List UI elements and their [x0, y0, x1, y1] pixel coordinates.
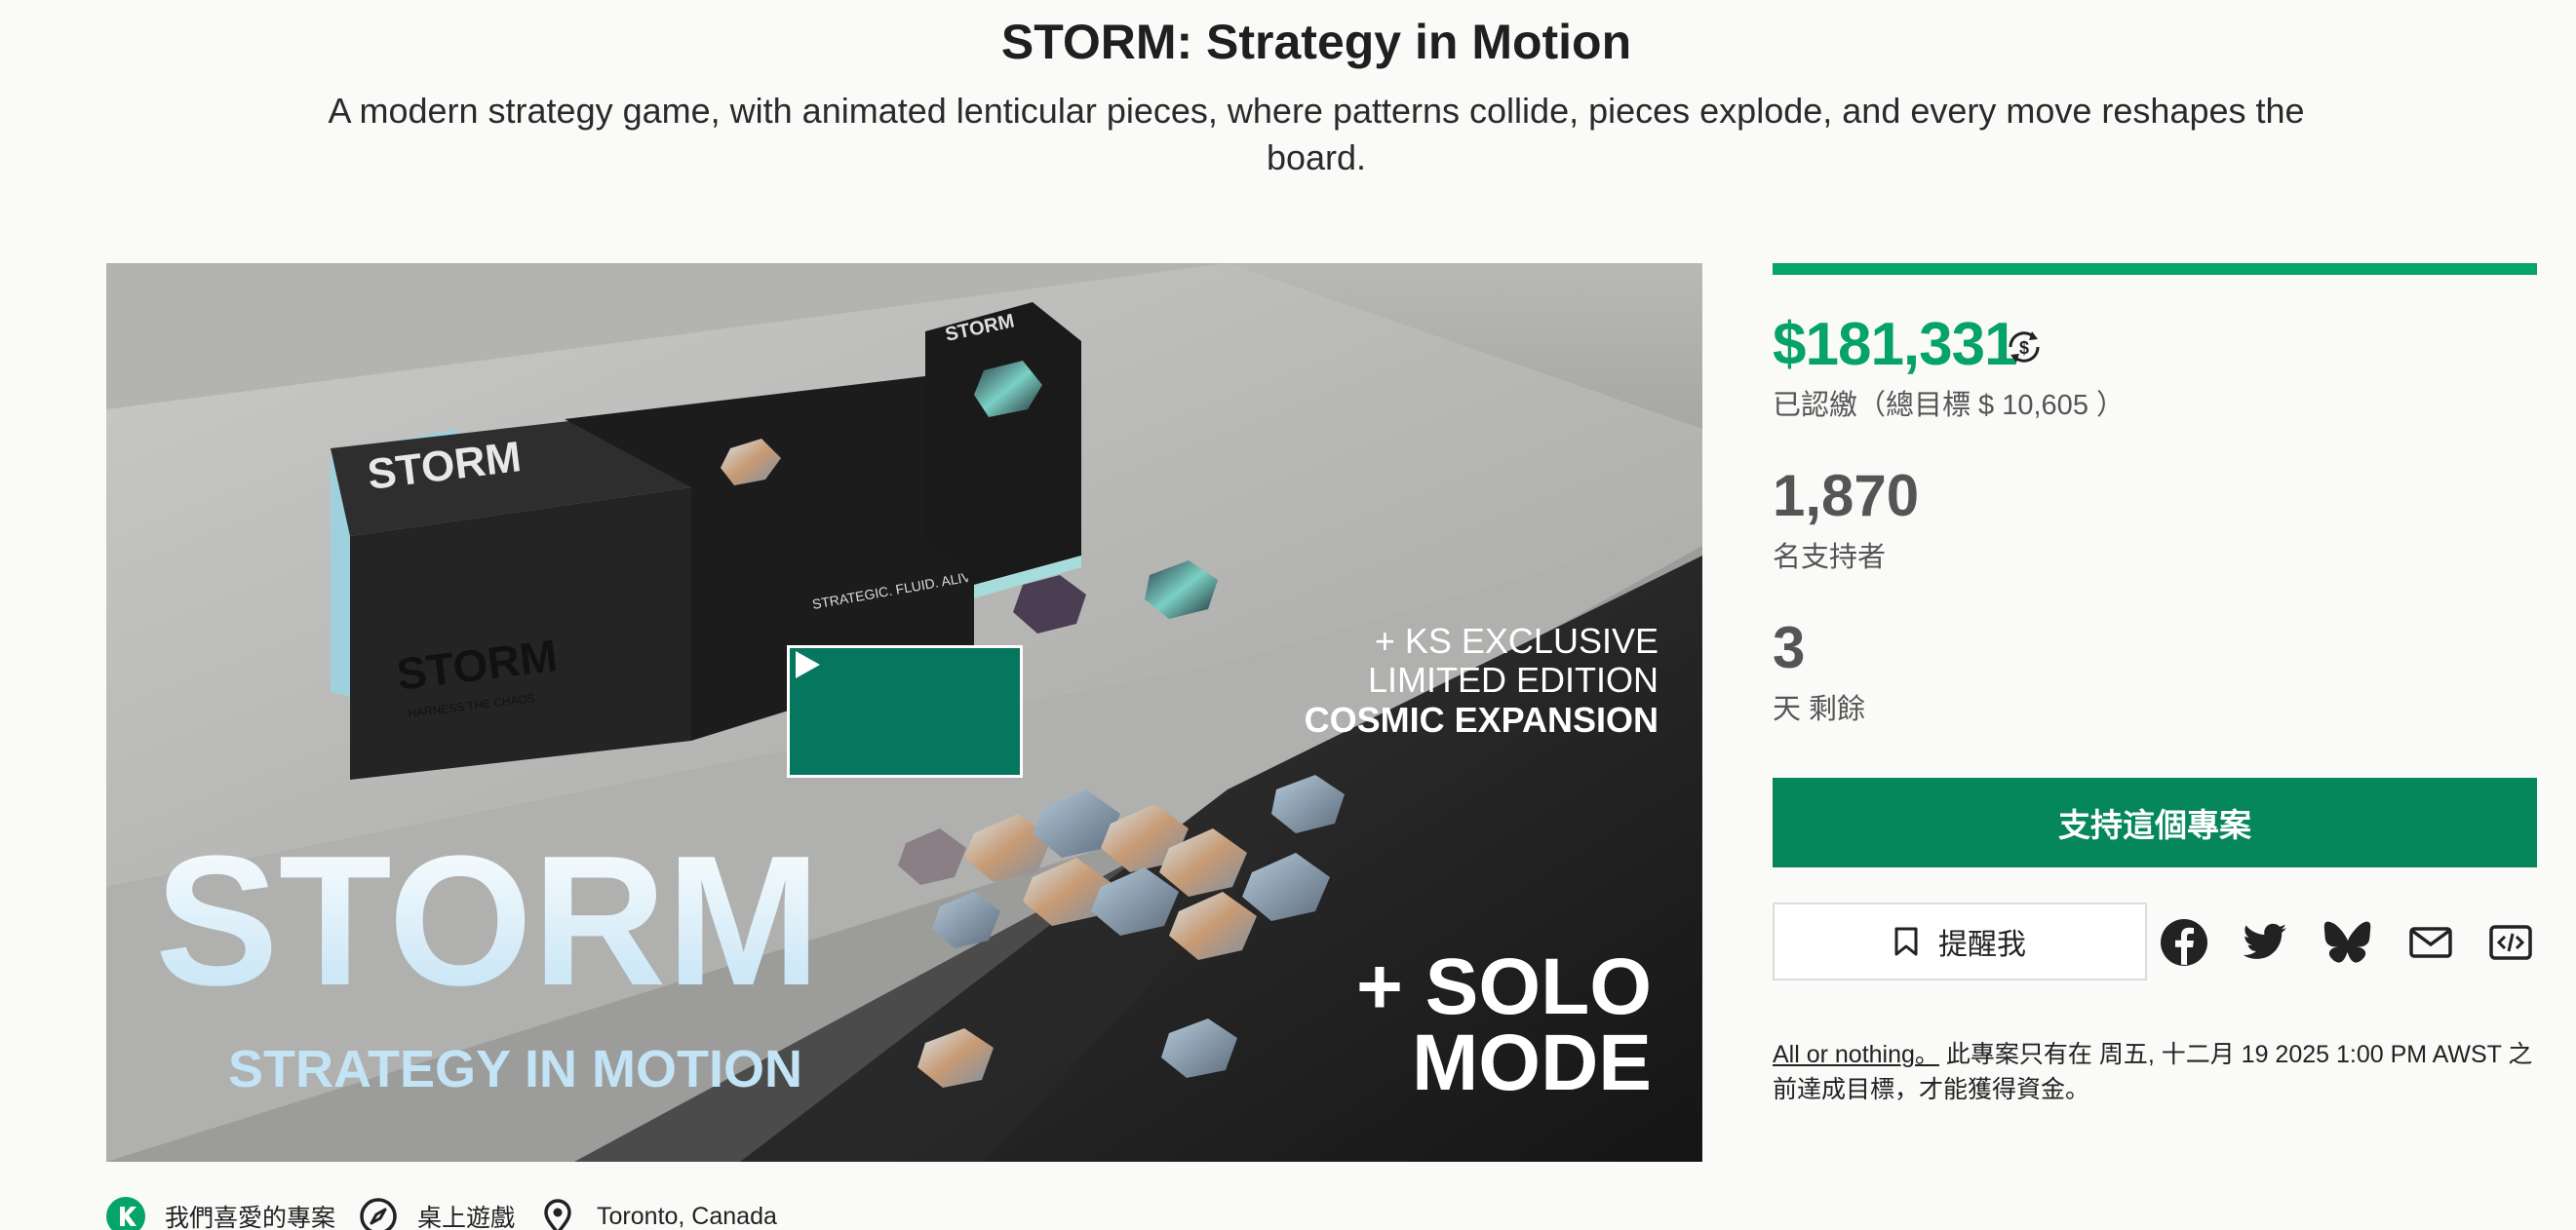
ks-exclusive-line3: COSMIC EXPANSION: [1305, 700, 1659, 740]
project-blurb: A modern strategy game, with animated le…: [328, 91, 2305, 177]
days-remaining: 3: [1773, 615, 1806, 680]
all-or-nothing-link[interactable]: All or nothing。: [1773, 1041, 1939, 1068]
backers-count: 1,870: [1773, 463, 1920, 528]
project-video[interactable]: STORM STORM HARNESS THE CHAOS STRATEGIC.…: [106, 263, 1702, 1162]
storm-logo-subtitle: STRATEGY IN MOTION: [228, 1040, 802, 1098]
tag-projects-we-love[interactable]: 我們喜愛的專案: [106, 1197, 335, 1230]
bookmark-icon: [1894, 927, 1918, 956]
embed-icon[interactable]: [2486, 918, 2535, 967]
tag-tabletop-games[interactable]: 桌上遊戲: [359, 1197, 515, 1230]
email-icon[interactable]: [2406, 918, 2455, 967]
pledged-amount: $181,331: [1773, 311, 2018, 378]
location-pin-icon: [544, 1199, 571, 1230]
compass-icon: [360, 1198, 397, 1230]
kickstarter-icon: [106, 1197, 145, 1230]
bluesky-icon[interactable]: [2323, 918, 2372, 967]
tag-label: Toronto, Canada: [597, 1202, 777, 1230]
svg-text:$: $: [2019, 338, 2029, 358]
goal-text: 已認繳（總目標 $ 10,605 ）: [1773, 390, 2125, 421]
funding-progress-fill: [1773, 263, 2537, 275]
play-icon: [796, 651, 820, 678]
ks-exclusive-line2: LIMITED EDITION: [1368, 660, 1659, 700]
twitter-icon[interactable]: [2241, 918, 2289, 967]
back-project-button[interactable]: 支持這個專案: [1773, 778, 2537, 867]
project-tags: 我們喜愛的專案 桌上遊戲 Toronto, Canada: [106, 1197, 800, 1230]
tag-label: 我們喜愛的專案: [165, 1205, 336, 1230]
ks-exclusive-line1: + KS EXCLUSIVE: [1375, 621, 1659, 661]
tag-location[interactable]: Toronto, Canada: [538, 1197, 777, 1230]
storm-logo: STORM: [155, 818, 821, 1024]
currency-conversion-icon[interactable]: $: [2003, 326, 2046, 368]
remind-me-label: 提醒我: [1938, 929, 2026, 961]
tag-label: 桌上遊戲: [417, 1205, 516, 1230]
facebook-icon[interactable]: [2160, 918, 2208, 967]
funding-progress-bar: [1773, 263, 2537, 275]
remind-me-button[interactable]: 提醒我: [1773, 903, 2147, 980]
all-or-nothing-notice: All or nothing。 此專案只有在 周五, 十二月 19 2025 1…: [1773, 1037, 2553, 1107]
play-button[interactable]: [787, 645, 1023, 778]
project-page: STORM: Strategy in Motion A modern strat…: [0, 0, 2576, 1230]
project-title: STORM: Strategy in Motion: [1000, 15, 1632, 69]
days-label: 天 剩餘: [1773, 694, 1866, 725]
backers-label: 名支持者: [1773, 542, 1887, 573]
solo-mode-line2: MODE: [1412, 1019, 1652, 1107]
